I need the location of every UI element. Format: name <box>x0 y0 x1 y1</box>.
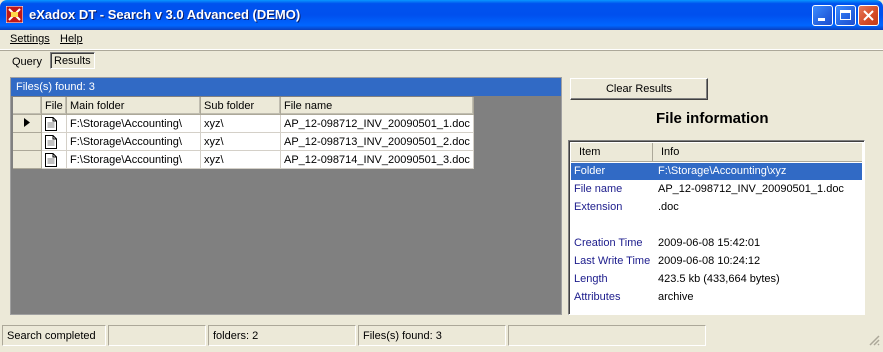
file-information-title: File information <box>656 110 769 127</box>
status-folders-count: folders: 2 <box>208 325 356 346</box>
sub-folder-cell[interactable]: xyz\ <box>200 114 281 133</box>
row-selector-header <box>13 97 42 115</box>
column-header-sub-folder[interactable]: Sub folder <box>200 97 281 115</box>
current-row-arrow-icon <box>24 117 30 127</box>
row-selector[interactable] <box>13 132 42 151</box>
table-row[interactable]: F:\Storage\Accounting\ xyz\ AP_12-098712… <box>13 114 474 133</box>
info-row-extension[interactable]: Extension .doc <box>571 199 862 216</box>
menu-help[interactable]: Help <box>60 33 83 45</box>
info-item-value: archive <box>658 291 694 303</box>
file-name-cell[interactable]: AP_12-098713_INV_20090501_2.doc <box>280 132 474 151</box>
maximize-button[interactable] <box>835 5 856 26</box>
info-item-label: Last Write Time <box>574 255 651 267</box>
tab-results[interactable]: Results <box>50 52 95 69</box>
menu-settings[interactable]: Settings <box>10 33 50 45</box>
info-row-file-name[interactable]: File name AP_12-098712_INV_20090501_1.do… <box>571 181 862 198</box>
window-title: eXadox DT - Search v 3.0 Advanced (DEMO) <box>29 7 301 22</box>
main-folder-cell[interactable]: F:\Storage\Accounting\ <box>66 150 201 169</box>
grid-header-row: File Main folder Sub folder File name <box>13 97 474 115</box>
status-panel-empty <box>108 325 206 346</box>
menu-bar: Settings Help <box>0 30 883 50</box>
info-row-attributes[interactable]: Attributes archive <box>571 289 862 306</box>
table-row[interactable]: F:\Storage\Accounting\ xyz\ AP_12-098713… <box>13 132 474 151</box>
close-icon <box>863 10 874 21</box>
file-cell[interactable] <box>41 150 67 169</box>
info-item-label: Extension <box>574 201 623 213</box>
info-item-label: Folder <box>574 165 606 177</box>
info-item-label: File name <box>574 183 623 195</box>
row-selector[interactable] <box>13 150 42 169</box>
info-row-length[interactable]: Length 423.5 kb (433,664 bytes) <box>571 271 862 288</box>
status-bar: Search completed folders: 2 Files(s) fou… <box>0 324 883 352</box>
sub-folder-cell[interactable]: xyz\ <box>200 150 281 169</box>
document-icon <box>45 152 57 167</box>
minimize-button[interactable] <box>812 5 833 26</box>
main-folder-cell[interactable]: F:\Storage\Accounting\ <box>66 132 201 151</box>
info-row-creation-time[interactable]: Creation Time 2009-06-08 15:42:01 <box>571 235 862 252</box>
info-list-header: Item Info <box>571 143 862 163</box>
results-grid[interactable]: File Main folder Sub folder File name F:… <box>13 97 474 169</box>
column-header-file[interactable]: File <box>41 97 67 115</box>
document-icon <box>45 134 57 149</box>
file-name-cell[interactable]: AP_12-098714_INV_20090501_3.doc <box>280 150 474 169</box>
status-files-count: Files(s) found: 3 <box>358 325 506 346</box>
table-row[interactable]: F:\Storage\Accounting\ xyz\ AP_12-098714… <box>13 150 474 169</box>
status-panel-empty <box>508 325 706 346</box>
info-item-value: 423.5 kb (433,664 bytes) <box>658 273 780 285</box>
column-header-info[interactable]: Info <box>653 143 862 162</box>
document-icon <box>45 116 57 131</box>
info-row-last-write-time[interactable]: Last Write Time 2009-06-08 10:24:12 <box>571 253 862 270</box>
info-item-label: Creation Time <box>574 237 643 249</box>
info-item-label: Length <box>574 273 608 285</box>
tab-query[interactable]: Query <box>9 54 45 71</box>
sub-folder-cell[interactable]: xyz\ <box>200 132 281 151</box>
title-bar[interactable]: eXadox DT - Search v 3.0 Advanced (DEMO) <box>0 0 883 30</box>
column-header-file-name[interactable]: File name <box>280 97 474 115</box>
app-icon <box>6 6 23 23</box>
results-pane: Files(s) found: 3 File Main folder Sub f… <box>10 77 562 315</box>
resize-grip-icon[interactable] <box>868 334 880 346</box>
file-name-cell[interactable]: AP_12-098712_INV_20090501_1.doc <box>280 114 474 133</box>
file-cell[interactable] <box>41 132 67 151</box>
results-count-header: Files(s) found: 3 <box>11 78 561 96</box>
info-item-value: F:\Storage\Accounting\xyz <box>658 165 787 177</box>
status-text: Search completed <box>2 325 106 346</box>
clear-results-button[interactable]: Clear Results <box>570 78 708 100</box>
column-header-item[interactable]: Item <box>571 143 653 162</box>
main-folder-cell[interactable]: F:\Storage\Accounting\ <box>66 114 201 133</box>
info-item-value: AP_12-098712_INV_20090501_1.doc <box>658 183 844 195</box>
file-cell[interactable] <box>41 114 67 133</box>
column-header-main-folder[interactable]: Main folder <box>66 97 201 115</box>
close-button[interactable] <box>858 5 879 26</box>
row-selector[interactable] <box>13 114 42 133</box>
info-item-value: 2009-06-08 15:42:01 <box>658 237 761 249</box>
info-row-blank[interactable] <box>571 217 862 234</box>
info-item-label: Attributes <box>574 291 621 303</box>
info-item-value: 2009-06-08 10:24:12 <box>658 255 761 267</box>
file-information-list[interactable]: Item Info Folder F:\Storage\Accounting\x… <box>568 140 865 315</box>
info-row-folder[interactable]: Folder F:\Storage\Accounting\xyz <box>571 163 862 180</box>
info-item-value: .doc <box>658 201 679 213</box>
